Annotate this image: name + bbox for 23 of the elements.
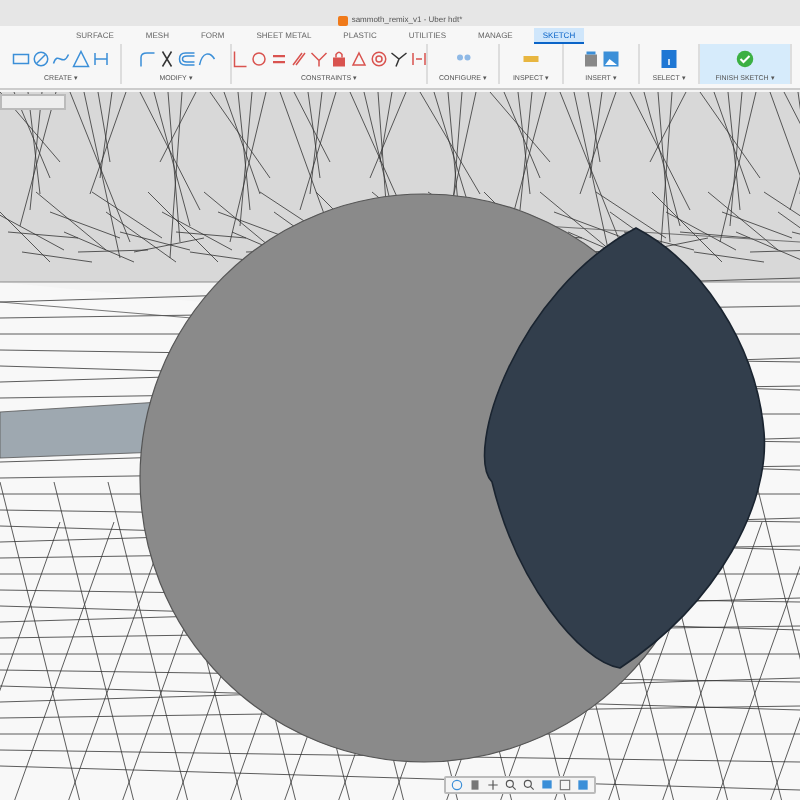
scissors-icon[interactable] — [157, 49, 175, 67]
image-icon[interactable] — [602, 49, 620, 67]
select-icon[interactable] — [660, 49, 678, 67]
midpoint-icon[interactable] — [390, 49, 408, 67]
zoom-icon[interactable] — [504, 778, 518, 792]
perpendicular-icon[interactable] — [232, 49, 248, 67]
zoom-icon[interactable] — [522, 778, 536, 792]
curve-icon[interactable] — [197, 49, 215, 67]
circle-icon[interactable] — [32, 49, 50, 67]
equal-icon[interactable] — [270, 49, 288, 67]
lock-icon[interactable] — [330, 49, 348, 67]
triangle-icon[interactable] — [72, 49, 90, 67]
rectangle-icon[interactable] — [12, 49, 30, 67]
parallel-icon[interactable] — [290, 49, 308, 67]
triangle-constraint-icon[interactable] — [350, 49, 368, 67]
circle-constraint-icon[interactable] — [250, 49, 268, 67]
tangent-icon[interactable] — [310, 49, 328, 67]
orbit-icon[interactable] — [450, 778, 464, 792]
spline-icon[interactable] — [52, 49, 70, 67]
slot-icon[interactable] — [92, 49, 110, 67]
document-icon — [337, 15, 348, 25]
concentric-icon[interactable] — [370, 49, 388, 67]
checkmark-icon[interactable] — [736, 49, 754, 67]
